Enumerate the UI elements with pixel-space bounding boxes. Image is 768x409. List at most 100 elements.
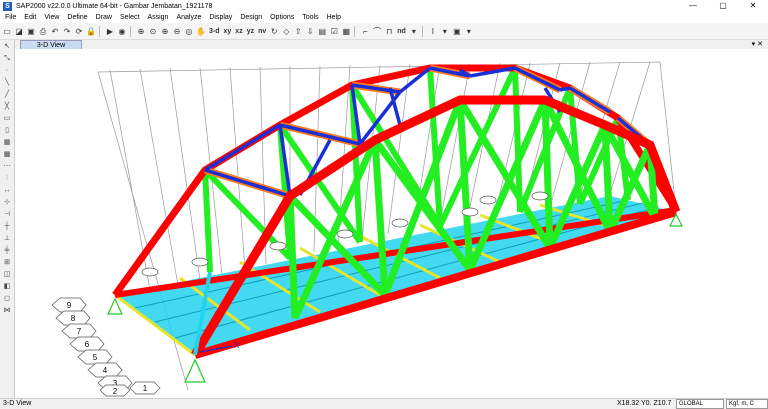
draw-line-icon[interactable]: ╲: [2, 78, 12, 88]
model-viewport-3d[interactable]: X 9 8 7 6 5 4 3 2 1: [15, 49, 768, 398]
grid-bubble-label: 2: [113, 387, 118, 396]
dropdown-arrow-icon[interactable]: ▾: [464, 26, 474, 37]
object-shrink-icon[interactable]: ▤: [317, 26, 327, 37]
new-model-icon[interactable]: ▭: [2, 26, 12, 37]
draw-rect-area-icon[interactable]: ▯: [2, 126, 12, 136]
section-icon[interactable]: I: [428, 26, 438, 37]
draw-point-icon[interactable]: ·: [2, 66, 12, 76]
menu-draw[interactable]: Draw: [96, 14, 112, 21]
zoom-out-icon[interactable]: ⊖: [172, 26, 182, 37]
view-tab-bar: 3-D View ▾ ✕: [15, 40, 768, 50]
menu-display[interactable]: Display: [209, 14, 232, 21]
window-title: SAP2000 v22.0.0 Ultimate 64-bit - Gambar…: [16, 2, 213, 10]
quick-draw-area-icon[interactable]: ▦: [2, 138, 12, 148]
view-3d-button[interactable]: 3-d: [208, 26, 221, 37]
move-down-icon[interactable]: ⇩: [305, 26, 315, 37]
open-file-icon[interactable]: ◪: [14, 26, 24, 37]
zoom-full-icon[interactable]: ◎: [184, 26, 194, 37]
run-options-icon[interactable]: ◉: [117, 26, 127, 37]
quick-draw-frame-icon[interactable]: ╱: [2, 90, 12, 100]
toolbar-divider: [354, 25, 356, 37]
menu-help[interactable]: Help: [327, 14, 341, 21]
axis-x-label: X: [234, 341, 240, 350]
snap-ends-icon[interactable]: ⊣: [2, 210, 12, 220]
select-all-icon[interactable]: ◫: [2, 270, 12, 280]
snap-perpendicular-icon[interactable]: ⊥: [2, 234, 12, 244]
draw-area-icon[interactable]: ⊓: [384, 26, 394, 37]
grid-bubble-label: 7: [77, 327, 82, 336]
draw-link-icon[interactable]: ⋯: [2, 162, 12, 172]
snap-points-icon[interactable]: ⊹: [2, 198, 12, 208]
app-logo-icon: S: [3, 1, 12, 11]
draw-section-cut-icon[interactable]: ⫶: [2, 174, 12, 184]
save-icon[interactable]: ▣: [26, 26, 36, 37]
dropdown-arrow-icon[interactable]: ▾: [409, 26, 419, 37]
zoom-in-icon[interactable]: ⊕: [160, 26, 170, 37]
menu-select[interactable]: Select: [120, 14, 139, 21]
lock-icon[interactable]: 🔒: [86, 26, 96, 37]
close-button[interactable]: ✕: [738, 0, 768, 12]
menu-file[interactable]: File: [5, 14, 16, 21]
menu-define[interactable]: Define: [67, 14, 87, 21]
grid-bubble: 4: [87, 362, 123, 378]
show-undeformed-icon[interactable]: ▦: [341, 26, 351, 37]
menu-edit[interactable]: Edit: [24, 14, 36, 21]
view-nv-button[interactable]: nv: [257, 26, 267, 37]
zoom-previous-icon[interactable]: ⊙: [148, 26, 158, 37]
main-toolbar: ▭ ◪ ▣ ⎙ ↶ ↷ ⟳ 🔒 ▶ ◉ ⊕ ⊙ ⊕ ⊖ ◎ ✋ 3-d xy x…: [0, 23, 768, 40]
minimize-button[interactable]: —: [678, 0, 708, 12]
refresh-icon[interactable]: ⟳: [74, 26, 84, 37]
previous-select-icon[interactable]: ◧: [2, 282, 12, 292]
print-icon[interactable]: ⎙: [38, 26, 48, 37]
draw-brace-icon[interactable]: ╳: [2, 102, 12, 112]
maximize-button[interactable]: ▢: [708, 0, 738, 12]
zoom-window-icon[interactable]: ⊕: [136, 26, 146, 37]
menu-analyze[interactable]: Analyze: [176, 14, 201, 21]
status-bar: 3-D View X18.32 Y0. Z10.7 GLOBAL Kgf, m,…: [0, 398, 768, 409]
view-xy-button[interactable]: xy: [223, 26, 233, 37]
intersecting-line-select-icon[interactable]: ⋈: [2, 306, 12, 316]
clear-selection-icon[interactable]: ◻: [2, 294, 12, 304]
menu-bar: File Edit View Define Draw Select Assign…: [0, 12, 768, 23]
window-controls: — ▢ ✕: [678, 0, 768, 12]
toolbar-divider: [130, 25, 131, 37]
grid-bubble-label: 9: [67, 301, 72, 310]
pan-icon[interactable]: ✋: [196, 26, 206, 37]
select-pointer-icon[interactable]: ↖: [2, 42, 12, 52]
set-display-icon[interactable]: ☑: [329, 26, 339, 37]
move-up-icon[interactable]: ⇧: [293, 26, 303, 37]
menu-tools[interactable]: Tools: [302, 14, 318, 21]
menu-view[interactable]: View: [44, 14, 59, 21]
perspective-icon[interactable]: ◇: [281, 26, 291, 37]
draw-dimension-icon[interactable]: ↔: [2, 186, 12, 196]
draw-poly-area-icon[interactable]: ▭: [2, 114, 12, 124]
reshape-icon[interactable]: ⤡: [2, 54, 12, 64]
run-icon[interactable]: ▶: [105, 26, 115, 37]
rotate-icon[interactable]: ↻: [269, 26, 279, 37]
view-nd-button[interactable]: nd: [396, 26, 407, 37]
tab-close-icon[interactable]: ✕: [757, 41, 763, 48]
menu-assign[interactable]: Assign: [147, 14, 168, 21]
draw-solid-icon[interactable]: ▩: [2, 150, 12, 160]
grid-bubble: 7: [61, 323, 97, 339]
menu-design[interactable]: Design: [240, 14, 262, 21]
grid-bubble: 1: [129, 381, 161, 395]
truss-bridge-model[interactable]: X 9 8 7 6 5 4 3 2 1: [15, 49, 768, 398]
grid-bubble: 8: [55, 310, 91, 326]
grid-bubble: 5: [77, 349, 113, 365]
title-bar: S SAP2000 v22.0.0 Ultimate 64-bit - Gamb…: [0, 0, 768, 12]
undo-icon[interactable]: ↶: [50, 26, 60, 37]
draw-cable-icon[interactable]: ⌒: [372, 26, 382, 37]
area-section-icon[interactable]: ▣: [452, 26, 462, 37]
snap-lines-icon[interactable]: ╪: [2, 246, 12, 256]
grid-bubble: 2: [99, 384, 131, 397]
menu-options[interactable]: Options: [270, 14, 294, 21]
view-xz-button[interactable]: xz: [234, 26, 243, 37]
draw-frame-icon[interactable]: ⌐: [360, 26, 370, 37]
snap-grid-icon[interactable]: ⊞: [2, 258, 12, 268]
redo-icon[interactable]: ↷: [62, 26, 72, 37]
view-yz-button[interactable]: yz: [246, 26, 255, 37]
snap-intersection-icon[interactable]: ┼: [2, 222, 12, 232]
tab-dropdown-icon[interactable]: ▾: [752, 41, 756, 48]
dropdown-arrow-icon[interactable]: ▾: [440, 26, 450, 37]
